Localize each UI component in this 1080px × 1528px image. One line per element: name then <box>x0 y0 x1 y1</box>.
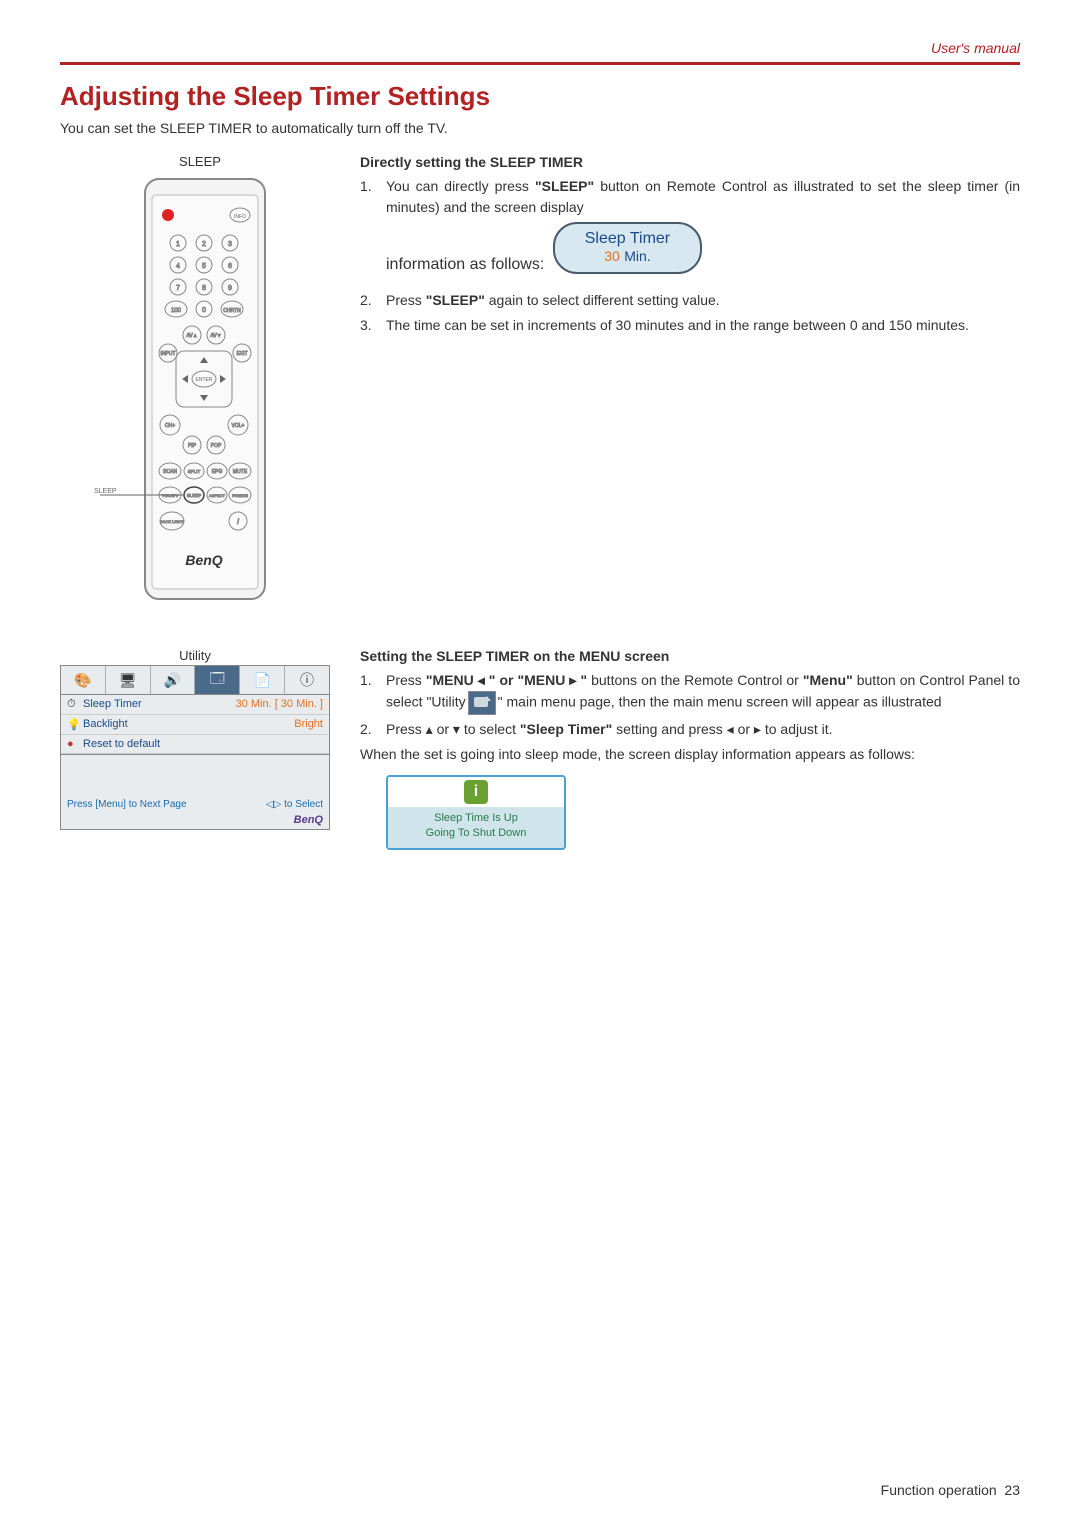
section-intro: You can set the SLEEP TIMER to automatic… <box>60 120 1020 136</box>
utility-row-label: Sleep Timer <box>83 698 236 711</box>
clock-icon: ⏱ <box>67 698 83 711</box>
header-doc-type: User's manual <box>60 40 1020 65</box>
svg-text:8: 8 <box>202 285 206 292</box>
svg-text:7: 7 <box>176 285 180 292</box>
direct-heading: Directly setting the SLEEP TIMER <box>360 154 1020 170</box>
document-icon: 📄 <box>254 672 271 689</box>
svg-text:0: 0 <box>202 307 206 314</box>
svg-text:9: 9 <box>228 285 232 292</box>
direct-item-2: Press "SLEEP" again to select different … <box>386 290 1020 311</box>
utility-tab-5: 📄 <box>240 666 285 694</box>
utility-tab-3: 🔊 <box>151 666 196 694</box>
svg-text:ASPECT: ASPECT <box>209 493 226 498</box>
section-title: Adjusting the Sleep Timer Settings <box>60 81 1020 112</box>
list-number-1: 1. <box>360 176 386 218</box>
info-dialog-line2: Going To Shut Down <box>388 826 564 841</box>
svg-text:SLEEP: SLEEP <box>187 493 202 498</box>
list-number-2b: 2. <box>360 719 386 740</box>
utility-tab-6: ⓘ <box>285 666 329 694</box>
svg-text:6: 6 <box>228 263 232 270</box>
speaker-icon: 🔊 <box>164 672 181 689</box>
list-number-2: 2. <box>360 290 386 311</box>
svg-text:MUTE: MUTE <box>233 469 248 475</box>
svg-text:INPUT: INPUT <box>161 351 176 357</box>
menu-setting-heading: Setting the SLEEP TIMER on the MENU scre… <box>360 648 1020 664</box>
utility-body: ⏱ Sleep Timer 30 Min. [ 30 Min. ] 💡 Back… <box>60 695 330 755</box>
info-tab-icon: ⓘ <box>300 670 314 690</box>
utility-row-label: Reset to default <box>83 738 323 750</box>
utility-tab-2: 🖥 <box>106 666 151 694</box>
utility-tab-4-active: 🗔 <box>195 666 240 694</box>
svg-text:BACK LIGHT: BACK LIGHT <box>160 519 184 524</box>
utility-footer: Press [Menu] to Next Page ◁▷ to Select <box>61 795 329 814</box>
list-number-1b: 1. <box>360 670 386 715</box>
display-icon: 🖥 <box>119 672 137 689</box>
svg-text:EPG: EPG <box>212 469 223 475</box>
svg-text:AV▼: AV▼ <box>210 333 221 339</box>
svg-text:AV▲: AV▲ <box>186 333 197 339</box>
osd-title: Sleep Timer <box>585 230 670 248</box>
svg-text:INFO: INFO <box>234 214 246 220</box>
utility-footer-right: ◁▷ to Select <box>266 799 323 810</box>
svg-text:2: 2 <box>202 241 206 248</box>
utility-row-reset: ● Reset to default <box>61 735 329 754</box>
page-footer: Function operation 23 <box>881 1482 1020 1498</box>
utility-row-value: 30 Min. [ 30 Min. ] <box>236 698 323 711</box>
info-as-follows: information as follows: <box>386 256 544 273</box>
utility-icon: 🗔 <box>210 668 225 692</box>
svg-text:POP: POP <box>211 443 222 449</box>
direct-setting-row: SLEEP INFO 1 2 3 4 5 6 7 8 <box>60 154 1020 618</box>
svg-text:PIP: PIP <box>188 443 197 449</box>
svg-text:SLEEP: SLEEP <box>94 488 117 495</box>
direct-item-3: The time can be set in increments of 30 … <box>386 315 1020 336</box>
menu-item-1: Press "MENU ◂ " or "MENU ▸ " buttons on … <box>386 670 1020 715</box>
svg-text:BenQ: BenQ <box>185 552 222 568</box>
utility-footer-left: Press [Menu] to Next Page <box>67 799 187 810</box>
svg-text:3: 3 <box>228 241 232 248</box>
utility-row-sleep-timer: ⏱ Sleep Timer 30 Min. [ 30 Min. ] <box>61 695 329 715</box>
utility-tab-1: 🎨 <box>61 666 106 694</box>
reset-icon: ● <box>67 738 83 750</box>
svg-text:1: 1 <box>176 241 180 248</box>
svg-text:FREEZE: FREEZE <box>232 493 248 498</box>
svg-text:100: 100 <box>171 308 182 314</box>
svg-text:VOL+: VOL+ <box>232 423 245 429</box>
svg-text:CH+: CH+ <box>165 423 175 429</box>
utility-row-backlight: 💡 Backlight Bright <box>61 715 329 735</box>
sleep-info-dialog: i Sleep Time Is Up Going To Shut Down <box>386 775 566 850</box>
utility-row-value: Bright <box>294 718 323 731</box>
list-number-3: 3. <box>360 315 386 336</box>
utility-row-label: Backlight <box>83 718 294 731</box>
utility-inline-icon <box>468 691 496 715</box>
svg-text:SCAN: SCAN <box>163 469 177 475</box>
svg-text:5: 5 <box>202 263 206 270</box>
utility-menu-screenshot: Utility 🎨 🖥 🔊 🗔 📄 ⓘ ⏱ Sleep Timer 30 Min… <box>60 648 330 830</box>
remote-illustration: SLEEP INFO 1 2 3 4 5 6 7 8 <box>60 154 340 618</box>
utility-brand: BenQ <box>61 814 329 829</box>
menu-item-2: Press ▴ or ▾ to select "Sleep Timer" set… <box>386 719 1020 740</box>
svg-text:ENTER: ENTER <box>196 377 213 383</box>
menu-closing-text: When the set is going into sleep mode, t… <box>360 744 1020 765</box>
remote-svg: INFO 1 2 3 4 5 6 7 8 9 100 0 CHRTN <box>90 173 310 613</box>
svg-text:EXIT: EXIT <box>236 351 247 357</box>
menu-setting-row: Utility 🎨 🖥 🔊 🗔 📄 ⓘ ⏱ Sleep Timer 30 Min… <box>60 648 1020 850</box>
sleep-timer-osd: Sleep Timer 30 Min. <box>553 222 702 274</box>
info-icon: i <box>464 780 488 804</box>
svg-text:CHRTN: CHRTN <box>223 308 241 314</box>
direct-item-1: You can directly press "SLEEP" button on… <box>386 176 1020 218</box>
bulb-icon: 💡 <box>67 718 83 731</box>
svg-text:SPLIT: SPLIT <box>188 469 201 474</box>
info-dialog-line1: Sleep Time Is Up <box>388 811 564 826</box>
osd-unit: Min. <box>624 248 650 264</box>
palette-icon: 🎨 <box>74 672 91 689</box>
osd-value: 30 <box>604 248 620 264</box>
svg-text:4: 4 <box>176 263 180 270</box>
remote-top-label: SLEEP <box>60 154 340 169</box>
utility-title: Utility <box>60 648 330 663</box>
